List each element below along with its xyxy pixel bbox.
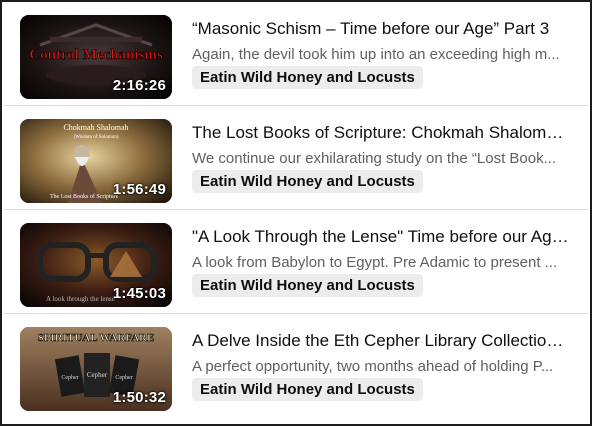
video-title[interactable]: A Delve Inside the Eth Cepher Library Co… bbox=[192, 331, 570, 351]
video-description: Again, the devil took him up into an exc… bbox=[192, 46, 560, 63]
channel-name-badge[interactable]: Eatin Wild Honey and Locusts bbox=[192, 170, 423, 193]
svg-text:Chokmah Shalomah: Chokmah Shalomah bbox=[63, 123, 128, 132]
video-item[interactable]: Chokmah Shalomah (Wisdom of Solomon) The… bbox=[4, 106, 588, 210]
video-description: We continue our exhilarating study on th… bbox=[192, 150, 557, 167]
video-title[interactable]: “Masonic Schism – Time before our Age” P… bbox=[192, 19, 570, 39]
video-thumbnail[interactable]: Control Mechanisms 2:16:26 bbox=[20, 15, 172, 99]
video-duration: 1:45:03 bbox=[112, 285, 166, 302]
video-description: A look from Babylon to Egypt. Pre Adamic… bbox=[192, 254, 558, 271]
svg-text:Control Mechanisms: Control Mechanisms bbox=[29, 47, 163, 63]
video-duration: 2:16:26 bbox=[112, 77, 166, 94]
channel-name-badge[interactable]: Eatin Wild Honey and Locusts bbox=[192, 66, 423, 89]
svg-text:Cepher: Cepher bbox=[115, 375, 132, 381]
svg-text:A look through the lense: A look through the lense bbox=[46, 295, 115, 303]
video-thumbnail[interactable]: SPIRITUAL WARFARE Cepher Cepher Cepher 1… bbox=[20, 327, 172, 411]
channel-name-badge[interactable]: Eatin Wild Honey and Locusts bbox=[192, 274, 423, 297]
svg-text:The Lost Books of Scripture: The Lost Books of Scripture bbox=[50, 193, 119, 200]
video-item[interactable]: A look through the lense 1:45:03 "A Look… bbox=[4, 210, 588, 314]
video-duration: 1:56:49 bbox=[112, 181, 166, 198]
video-thumbnail[interactable]: Chokmah Shalomah (Wisdom of Solomon) The… bbox=[20, 119, 172, 203]
video-title[interactable]: "A Look Through the Lense" Time before o… bbox=[192, 227, 570, 247]
video-thumbnail[interactable]: A look through the lense 1:45:03 bbox=[20, 223, 172, 307]
svg-text:Cepher: Cepher bbox=[87, 371, 108, 379]
video-duration: 1:50:32 bbox=[112, 389, 166, 406]
svg-text:Cepher: Cepher bbox=[61, 375, 78, 381]
svg-text:(Wisdom of Solomon): (Wisdom of Solomon) bbox=[74, 135, 119, 140]
video-title[interactable]: The Lost Books of Scripture: Chokmah Sha… bbox=[192, 123, 570, 143]
video-item[interactable]: Control Mechanisms 2:16:26 “Masonic Schi… bbox=[4, 2, 588, 106]
video-item[interactable]: SPIRITUAL WARFARE Cepher Cepher Cepher 1… bbox=[4, 314, 588, 418]
video-description: A perfect opportunity, two months ahead … bbox=[192, 358, 554, 375]
channel-name-badge[interactable]: Eatin Wild Honey and Locusts bbox=[192, 378, 423, 401]
svg-text:SPIRITUAL WARFARE: SPIRITUAL WARFARE bbox=[38, 332, 155, 344]
video-list: Control Mechanisms 2:16:26 “Masonic Schi… bbox=[0, 0, 592, 426]
